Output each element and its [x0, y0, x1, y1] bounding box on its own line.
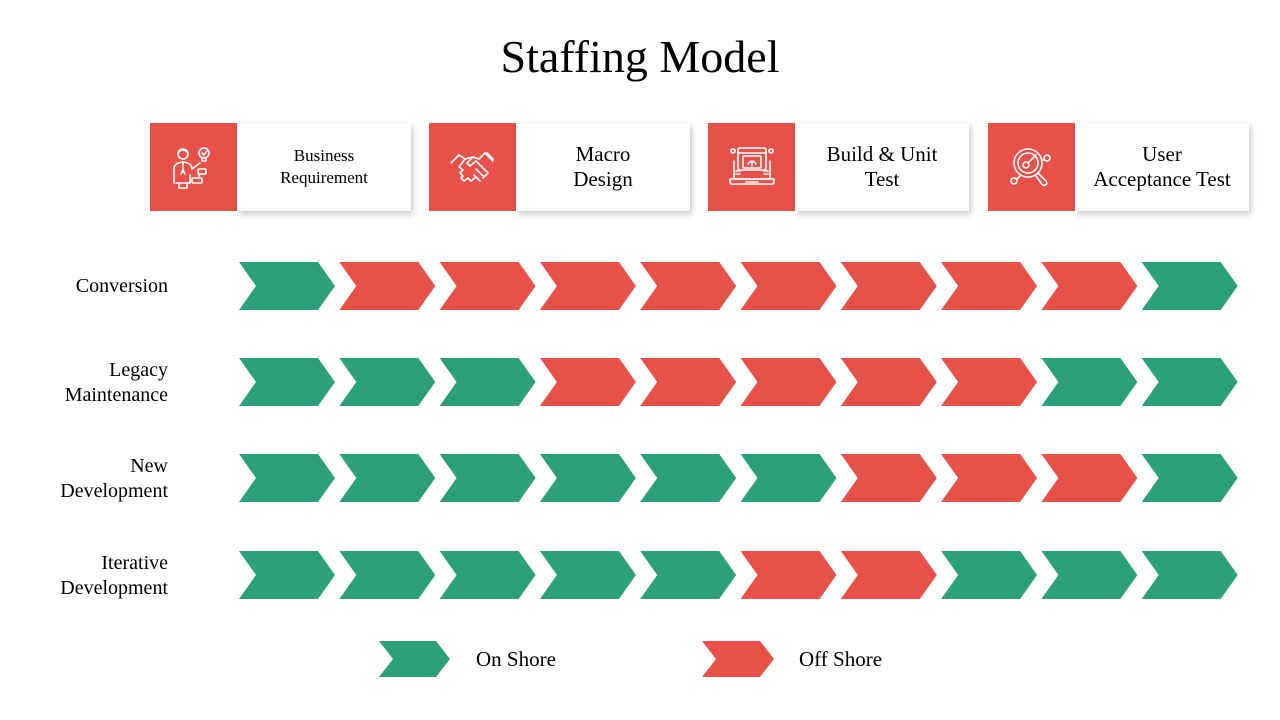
chevron-on-shore — [1141, 262, 1238, 310]
chevron-on-shore — [1141, 358, 1238, 406]
chevron-off-shore — [1041, 262, 1138, 310]
chevron-off-shore — [840, 551, 937, 599]
chevron-on-shore — [439, 551, 536, 599]
chevron-on-shore — [239, 551, 335, 599]
legend-chevron-on-shore — [379, 641, 450, 677]
chevron-on-shore — [1141, 551, 1238, 599]
chevron-on-shore — [1041, 358, 1138, 406]
chevron-off-shore — [339, 262, 436, 310]
chevron-off-shore — [941, 358, 1038, 406]
chevron-off-shore — [941, 454, 1038, 502]
chevron-on-shore — [1041, 551, 1138, 599]
chevron-off-shore — [840, 262, 937, 310]
chevron-off-shore — [840, 454, 937, 502]
chevron-on-shore — [439, 358, 536, 406]
chevron-on-shore — [339, 551, 436, 599]
chevron-on-shore — [1141, 454, 1238, 502]
legend-label-on-shore: On Shore — [476, 647, 556, 671]
chevron-on-shore — [239, 454, 335, 502]
chevron-off-shore — [640, 358, 737, 406]
chevron-on-shore — [640, 454, 737, 502]
staffing-chevron-grid — [239, 262, 1238, 677]
chevron-on-shore — [941, 551, 1038, 599]
chevron-on-shore — [339, 358, 436, 406]
chevron-off-shore — [840, 358, 937, 406]
chevron-on-shore — [239, 262, 335, 310]
chevron-off-shore — [640, 262, 737, 310]
chevron-on-shore — [439, 454, 536, 502]
chevron-on-shore — [339, 454, 436, 502]
chevron-on-shore — [640, 551, 737, 599]
chevron-off-shore — [539, 262, 636, 310]
chevron-on-shore — [740, 454, 837, 502]
chevron-off-shore — [539, 358, 636, 406]
chevron-off-shore — [740, 262, 837, 310]
chevron-on-shore — [539, 454, 636, 502]
chevron-off-shore — [740, 551, 837, 599]
chevron-off-shore — [941, 262, 1038, 310]
chevron-off-shore — [1041, 454, 1138, 502]
chevron-on-shore — [239, 358, 335, 406]
legend-chevron-off-shore — [702, 641, 774, 677]
legend-label-off-shore: Off Shore — [799, 647, 883, 671]
chevron-on-shore — [539, 551, 636, 599]
chevron-off-shore — [740, 358, 837, 406]
chevron-off-shore — [439, 262, 536, 310]
